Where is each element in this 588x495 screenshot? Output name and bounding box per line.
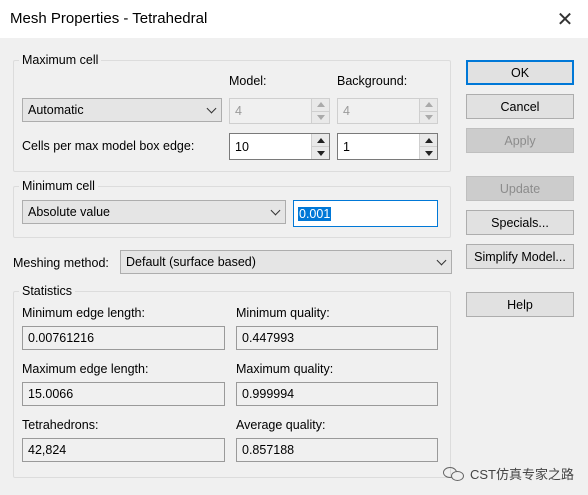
statistics-label: Statistics [19, 284, 76, 298]
tetrahedrons-field: 42,824 [22, 438, 225, 462]
spin-up-icon [420, 99, 437, 111]
wechat-icon [442, 465, 465, 483]
watermark-text: CST仿真专家之路 [469, 467, 574, 482]
average-quality-label: Average quality: [236, 418, 326, 432]
chevron-down-icon [265, 205, 285, 215]
cells-background-value: 1 [343, 139, 350, 154]
spin-down-icon [420, 110, 437, 123]
window-title: Mesh Properties - Tetrahedral [10, 10, 208, 27]
cancel-button[interactable]: Cancel [466, 94, 574, 119]
ok-button[interactable]: OK [466, 60, 574, 85]
cells-model-spinner[interactable]: 10 [229, 133, 330, 160]
max-cell-model-spinner: 4 [229, 98, 330, 124]
watermark: CST仿真专家之路 [442, 464, 574, 483]
max-cell-mode-select[interactable]: Automatic [22, 98, 222, 122]
title-bar: Mesh Properties - Tetrahedral ✕ [0, 0, 588, 38]
min-quality-label: Minimum quality: [236, 306, 330, 320]
spin-up-icon[interactable] [312, 134, 329, 146]
chevron-down-icon [201, 103, 221, 113]
maximum-cell-label: Maximum cell [19, 53, 102, 67]
max-quality-field: 0.999994 [236, 382, 438, 406]
cells-model-value: 10 [235, 139, 249, 154]
chevron-down-icon [431, 255, 451, 265]
max-cell-mode-value: Automatic [28, 103, 84, 117]
cells-background-spinner[interactable]: 1 [337, 133, 438, 160]
close-icon[interactable]: ✕ [542, 0, 588, 38]
spin-up-icon [312, 99, 329, 111]
min-edge-length-label: Minimum edge length: [22, 306, 145, 320]
model-column-label: Model: [229, 74, 267, 88]
specials-button[interactable]: Specials... [466, 210, 574, 235]
meshing-method-label: Meshing method: [13, 256, 109, 270]
meshing-method-value: Default (surface based) [126, 255, 256, 269]
max-edge-length-field: 15.0066 [22, 382, 225, 406]
simplify-model-button[interactable]: Simplify Model... [466, 244, 574, 269]
help-button[interactable]: Help [466, 292, 574, 317]
tetrahedrons-label: Tetrahedrons: [22, 418, 99, 432]
max-cell-background-spinner: 4 [337, 98, 438, 124]
min-cell-value-text: 0.001 [298, 206, 332, 221]
min-cell-mode-value: Absolute value [28, 205, 111, 219]
meshing-method-select[interactable]: Default (surface based) [120, 250, 452, 274]
max-edge-length-label: Maximum edge length: [22, 362, 149, 376]
max-cell-model-value: 4 [235, 104, 242, 118]
apply-button: Apply [466, 128, 574, 153]
minimum-cell-label: Minimum cell [19, 179, 98, 193]
min-edge-length-field: 0.00761216 [22, 326, 225, 350]
spin-up-icon[interactable] [420, 134, 437, 146]
spin-down-icon[interactable] [312, 146, 329, 159]
min-cell-mode-select[interactable]: Absolute value [22, 200, 286, 224]
spin-down-icon[interactable] [420, 146, 437, 159]
cells-per-edge-label: Cells per max model box edge: [22, 139, 195, 153]
max-quality-label: Maximum quality: [236, 362, 334, 376]
background-column-label: Background: [337, 74, 408, 88]
spin-down-icon [312, 110, 329, 123]
update-button: Update [466, 176, 574, 201]
min-quality-field: 0.447993 [236, 326, 438, 350]
max-cell-background-value: 4 [343, 104, 350, 118]
min-cell-value-input[interactable]: 0.001 [293, 200, 438, 227]
average-quality-field: 0.857188 [236, 438, 438, 462]
